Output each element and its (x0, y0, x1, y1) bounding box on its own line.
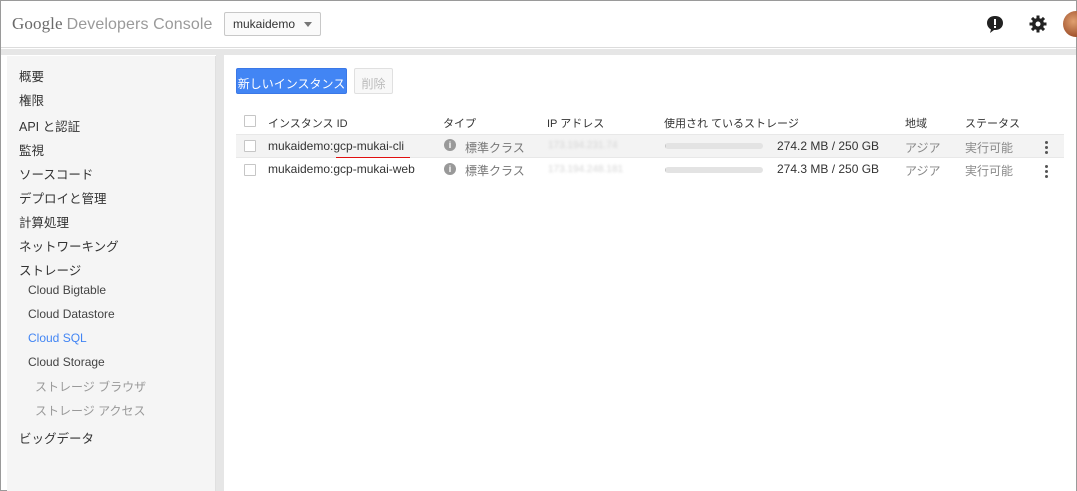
more-vert-icon[interactable] (1045, 165, 1049, 179)
instance-id-name: gcp-mukai-cli (333, 139, 405, 153)
sidebar-item-cloud-bigtable[interactable]: Cloud Bigtable (28, 283, 106, 297)
project-name: mukaidemo (233, 17, 296, 31)
sidebar-item-source-code[interactable]: ソースコード (19, 164, 93, 183)
sidebar-item-overview[interactable]: 概要 (19, 66, 44, 85)
select-all-checkbox[interactable] (244, 115, 256, 127)
col-header-storage[interactable]: 使用され ているストレージ (664, 115, 799, 131)
instance-type: 標準クラス (465, 141, 525, 155)
sidebar-item-cloud-storage[interactable]: Cloud Storage (28, 355, 105, 369)
sidebar-nav: 概要 権限 API と認証 監視 ソースコード デプロイと管理 計算処理 ネット… (7, 56, 216, 491)
storage-usage-text: 274.2 MB / 250 GB (777, 139, 880, 153)
storage-usage-bar (665, 143, 763, 149)
instance-id-link[interactable]: mukaidemo:gcp-mukai-web (268, 162, 415, 176)
sidebar-item-storage-browser[interactable]: ストレージ ブラウザ (35, 378, 146, 395)
sidebar-item-monitoring[interactable]: 監視 (19, 140, 44, 159)
sidebar-item-storage[interactable]: ストレージ (19, 260, 81, 279)
instance-ip: 173.194.231.74 (548, 140, 618, 151)
instance-status: 実行可能 (965, 164, 1014, 178)
sidebar-item-cloud-datastore[interactable]: Cloud Datastore (28, 307, 115, 321)
sidebar-item-cloud-sql[interactable]: Cloud SQL (28, 331, 87, 345)
chevron-down-icon (304, 22, 312, 27)
col-header-instance-id[interactable]: インスタンス ID (268, 115, 348, 131)
info-icon[interactable]: i (444, 139, 456, 151)
main-content: 新しいインスタンス 削除 インスタンス ID タイプ IP アドレス 使用され … (224, 55, 1076, 491)
instance-id-prefix: mukaidemo: (268, 162, 334, 176)
row-checkbox[interactable] (244, 164, 256, 176)
feedback-icon[interactable] (985, 14, 1005, 34)
avatar[interactable] (1063, 11, 1077, 37)
instance-type: 標準クラス (465, 164, 525, 178)
sidebar-item-permissions[interactable]: 権限 (19, 90, 44, 109)
delete-button[interactable]: 削除 (354, 68, 393, 94)
instance-id-name: gcp-mukai-web (333, 162, 415, 176)
instance-status: 実行可能 (965, 141, 1014, 155)
sidebar-item-big-data[interactable]: ビッグデータ (19, 428, 94, 447)
col-header-ip[interactable]: IP アドレス (547, 115, 604, 131)
new-instance-button[interactable]: 新しいインスタンス (236, 68, 347, 94)
sidebar-gutter (216, 55, 224, 491)
storage-usage-text: 274.3 MB / 250 GB (777, 162, 880, 176)
app-logo[interactable]: Google Developers Console (12, 14, 213, 34)
sidebar-item-compute[interactable]: 計算処理 (19, 212, 69, 231)
more-vert-icon[interactable] (1045, 141, 1049, 155)
storage-usage-bar (665, 167, 763, 173)
col-header-type[interactable]: タイプ (443, 115, 476, 131)
col-header-status[interactable]: ステータス (965, 115, 1020, 131)
instance-id-prefix: mukaidemo: (268, 139, 334, 153)
sidebar-item-networking[interactable]: ネットワーキング (19, 236, 119, 255)
project-selector[interactable]: mukaidemo (224, 12, 321, 36)
instance-id-link[interactable]: mukaidemo:gcp-mukai-cli (268, 139, 404, 153)
top-header: Google Developers Console mukaidemo (1, 1, 1077, 48)
instance-region: アジア (905, 164, 941, 178)
info-icon[interactable]: i (444, 163, 456, 175)
instance-region: アジア (905, 141, 941, 155)
sidebar-item-deploy-manage[interactable]: デプロイと管理 (19, 188, 107, 207)
instance-ip: 173.194.248.181 (548, 164, 624, 175)
sidebar-item-api-auth[interactable]: API と認証 (19, 116, 80, 135)
gear-icon[interactable] (1028, 14, 1048, 34)
sidebar-item-storage-access[interactable]: ストレージ アクセス (35, 402, 146, 419)
row-checkbox[interactable] (244, 140, 256, 152)
logo-product: Developers Console (66, 16, 213, 33)
logo-google: Google (12, 14, 63, 33)
col-header-region[interactable]: 地域 (905, 115, 927, 131)
